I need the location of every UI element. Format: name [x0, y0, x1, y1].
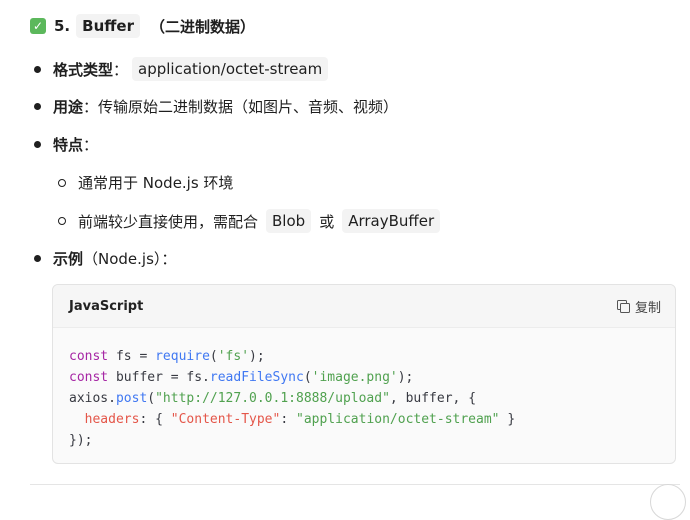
bullet-icon — [34, 141, 41, 148]
blob-chip: Blob — [266, 209, 312, 233]
example-text: （Node.js）： — [83, 250, 177, 268]
heading-suffix: （二进制数据） — [149, 17, 255, 36]
copy-button[interactable]: 复制 — [616, 297, 661, 316]
code-line: axios.post("http://127.0.0.1:8888/upload… — [69, 391, 477, 406]
copy-label: 复制 — [634, 300, 661, 316]
list-item-example: 示例 （Node.js）： — [34, 248, 176, 269]
usage-label: 用途 — [53, 98, 84, 116]
code-line: const buffer = fs.readFileSync('image.pn… — [69, 370, 414, 385]
format-sep: ： — [113, 60, 129, 79]
sub-item-frontend: 前端较少直接使用，需配合 Blob 或 ArrayBuffer — [58, 209, 444, 233]
format-label: 格式类型 — [53, 60, 114, 79]
features-sep: ： — [83, 136, 99, 154]
sub-item-text: 通常用于 Node.js 环境 — [78, 174, 234, 192]
bullet-icon — [34, 65, 41, 73]
list-item-format: 格式类型 ： application/octet-stream — [34, 57, 332, 81]
heading-buffer-chip: Buffer — [76, 14, 140, 38]
section-heading: ✓ 5. Buffer （二进制数据） — [30, 14, 255, 38]
code-line: headers: { "Content-Type": "application/… — [84, 412, 516, 427]
code-content: const fs = require('fs'); const buffer =… — [53, 328, 675, 451]
divider — [30, 484, 680, 485]
list-item-usage: 用途 ：传输原始二进制数据（如图片、音频、视频） — [34, 96, 398, 117]
format-value-chip: application/octet-stream — [132, 57, 329, 81]
example-label: 示例 — [53, 250, 84, 268]
code-line: const fs = require('fs'); — [69, 349, 265, 364]
arraybuffer-chip: ArrayBuffer — [342, 209, 441, 233]
scroll-button[interactable] — [650, 484, 686, 520]
bullet-icon — [34, 103, 41, 110]
features-label: 特点 — [53, 136, 84, 154]
copy-icon — [616, 300, 630, 313]
code-line: }); — [69, 433, 93, 448]
check-icon: ✓ — [30, 18, 46, 34]
or-text: 或 — [319, 212, 335, 231]
sub-item-text: 前端较少直接使用，需配合 — [78, 212, 259, 231]
code-language: JavaScript — [69, 298, 144, 314]
list-item-features: 特点 ： — [34, 134, 98, 155]
sub-item-node: 通常用于 Node.js 环境 — [58, 172, 233, 193]
heading-number: 5. — [54, 17, 71, 35]
bullet-icon — [34, 255, 41, 262]
circle-bullet-icon — [58, 178, 66, 187]
usage-text: ：传输原始二进制数据（如图片、音频、视频） — [83, 98, 399, 116]
code-block: JavaScript 复制 const fs = require('fs'); … — [52, 284, 676, 464]
code-header: JavaScript 复制 — [53, 285, 675, 328]
circle-bullet-icon — [58, 217, 66, 225]
